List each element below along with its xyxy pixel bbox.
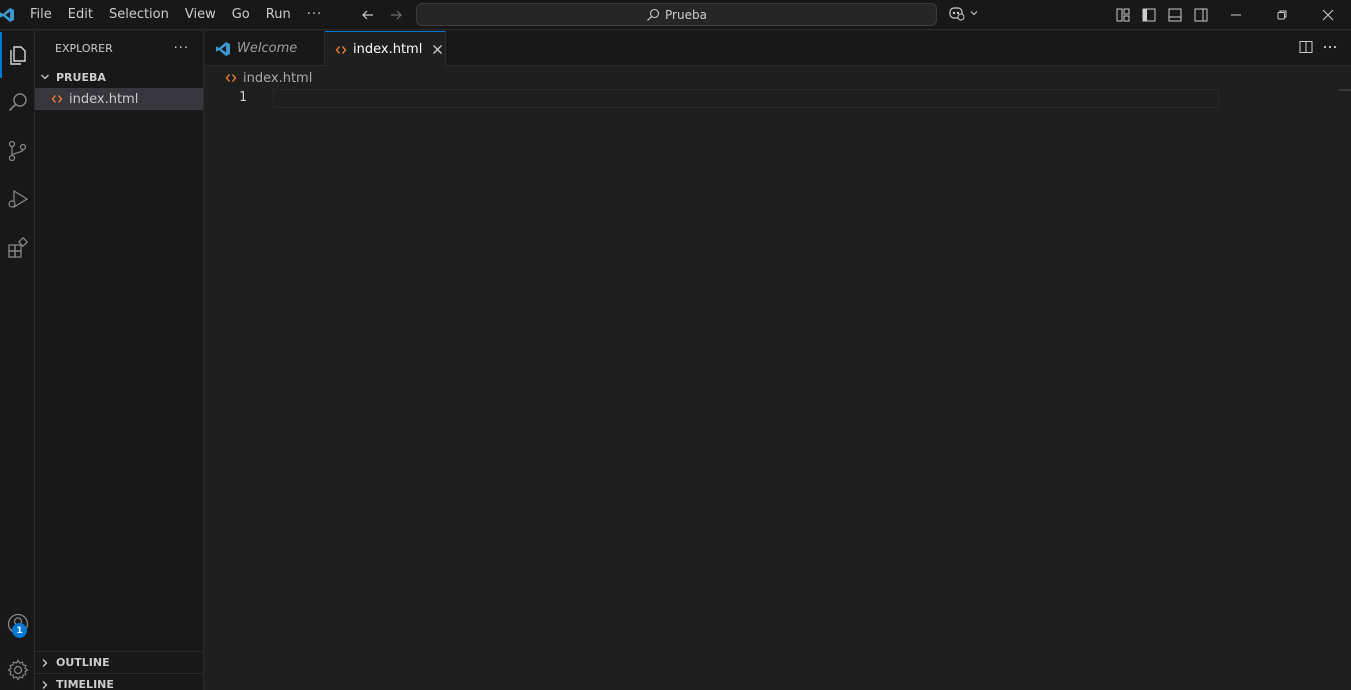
breadcrumb[interactable]: index.html bbox=[205, 67, 312, 89]
split-editor-icon[interactable] bbox=[1299, 40, 1313, 54]
chevron-down-icon bbox=[969, 8, 979, 18]
chevron-right-icon bbox=[39, 657, 51, 669]
copilot-button[interactable] bbox=[948, 5, 979, 21]
outline-section[interactable]: OUTLINE bbox=[35, 651, 204, 673]
explorer-more-actions-button[interactable]: ··· bbox=[174, 41, 189, 56]
toggle-primary-sidebar-icon[interactable] bbox=[1139, 5, 1159, 25]
timeline-section[interactable]: TIMELINE bbox=[35, 673, 204, 690]
timeline-label: TIMELINE bbox=[56, 678, 114, 690]
menu-go[interactable]: Go bbox=[224, 0, 258, 30]
editor-actions bbox=[1299, 40, 1337, 54]
tab-index-html[interactable]: index.html bbox=[325, 31, 446, 67]
explorer-sidebar: EXPLORER ··· PRUEBA index.html OUTLINE T… bbox=[35, 31, 204, 690]
command-center-label: Prueba bbox=[665, 7, 707, 22]
chevron-right-icon bbox=[39, 679, 51, 690]
menu-bar: File Edit Selection View Go Run ··· bbox=[22, 0, 330, 30]
html-file-icon bbox=[225, 72, 237, 84]
menu-run[interactable]: Run bbox=[258, 0, 299, 30]
toggle-panel-icon[interactable] bbox=[1165, 5, 1185, 25]
outline-label: OUTLINE bbox=[56, 656, 110, 669]
source-control-icon[interactable] bbox=[0, 128, 35, 174]
html-file-icon bbox=[51, 93, 63, 105]
editor-tabs: Welcome index.html bbox=[205, 31, 1351, 67]
tab-welcome[interactable]: Welcome bbox=[205, 31, 325, 66]
html-file-icon bbox=[335, 44, 347, 56]
window-controls bbox=[1213, 0, 1351, 30]
scrollbar-indicator bbox=[1339, 89, 1351, 91]
folder-label: PRUEBA bbox=[56, 70, 106, 84]
activity-bar: 1 bbox=[0, 31, 35, 690]
toggle-secondary-sidebar-icon[interactable] bbox=[1191, 5, 1211, 25]
explorer-icon[interactable] bbox=[0, 32, 35, 78]
chevron-down-icon bbox=[39, 71, 51, 83]
file-index-html[interactable]: index.html bbox=[35, 88, 203, 110]
menu-selection[interactable]: Selection bbox=[101, 0, 177, 30]
restore-icon[interactable] bbox=[1259, 0, 1305, 30]
current-line-highlight[interactable] bbox=[273, 89, 1219, 108]
menu-file[interactable]: File bbox=[22, 0, 60, 30]
command-center-search[interactable]: Prueba bbox=[416, 3, 937, 26]
search-icon bbox=[646, 8, 660, 22]
accounts-badge: 1 bbox=[12, 623, 27, 638]
explorer-title: EXPLORER bbox=[55, 42, 113, 55]
close-window-icon[interactable] bbox=[1305, 0, 1351, 30]
title-bar: File Edit Selection View Go Run ··· Prue… bbox=[0, 0, 1351, 30]
menu-more-button[interactable]: ··· bbox=[299, 7, 330, 22]
extensions-icon[interactable] bbox=[0, 225, 35, 271]
accounts-icon[interactable]: 1 bbox=[0, 601, 35, 647]
minimize-icon[interactable] bbox=[1213, 0, 1259, 30]
forward-arrow-icon[interactable] bbox=[386, 5, 406, 25]
manage-gear-icon[interactable] bbox=[0, 647, 35, 690]
menu-edit[interactable]: Edit bbox=[60, 0, 101, 30]
vscode-logo-icon bbox=[0, 7, 16, 23]
customize-layout-icon[interactable] bbox=[1113, 5, 1133, 25]
layout-controls bbox=[1113, 5, 1211, 25]
close-icon[interactable] bbox=[432, 44, 443, 55]
breadcrumb-file: index.html bbox=[243, 70, 313, 86]
folder-prueba[interactable]: PRUEBA bbox=[35, 66, 203, 88]
back-arrow-icon[interactable] bbox=[358, 5, 378, 25]
menu-view[interactable]: View bbox=[177, 0, 224, 30]
line-number: 1 bbox=[239, 90, 247, 105]
navigation-arrows bbox=[358, 5, 406, 25]
tab-label: Welcome bbox=[237, 41, 298, 56]
search-view-icon[interactable] bbox=[0, 79, 35, 125]
tab-label: index.html bbox=[353, 42, 423, 57]
copilot-icon bbox=[948, 5, 966, 21]
vscode-logo-icon bbox=[215, 41, 231, 57]
run-and-debug-icon[interactable] bbox=[0, 176, 35, 222]
more-actions-icon[interactable] bbox=[1323, 40, 1337, 54]
explorer-header: EXPLORER ··· bbox=[35, 31, 203, 66]
file-label: index.html bbox=[69, 91, 139, 107]
